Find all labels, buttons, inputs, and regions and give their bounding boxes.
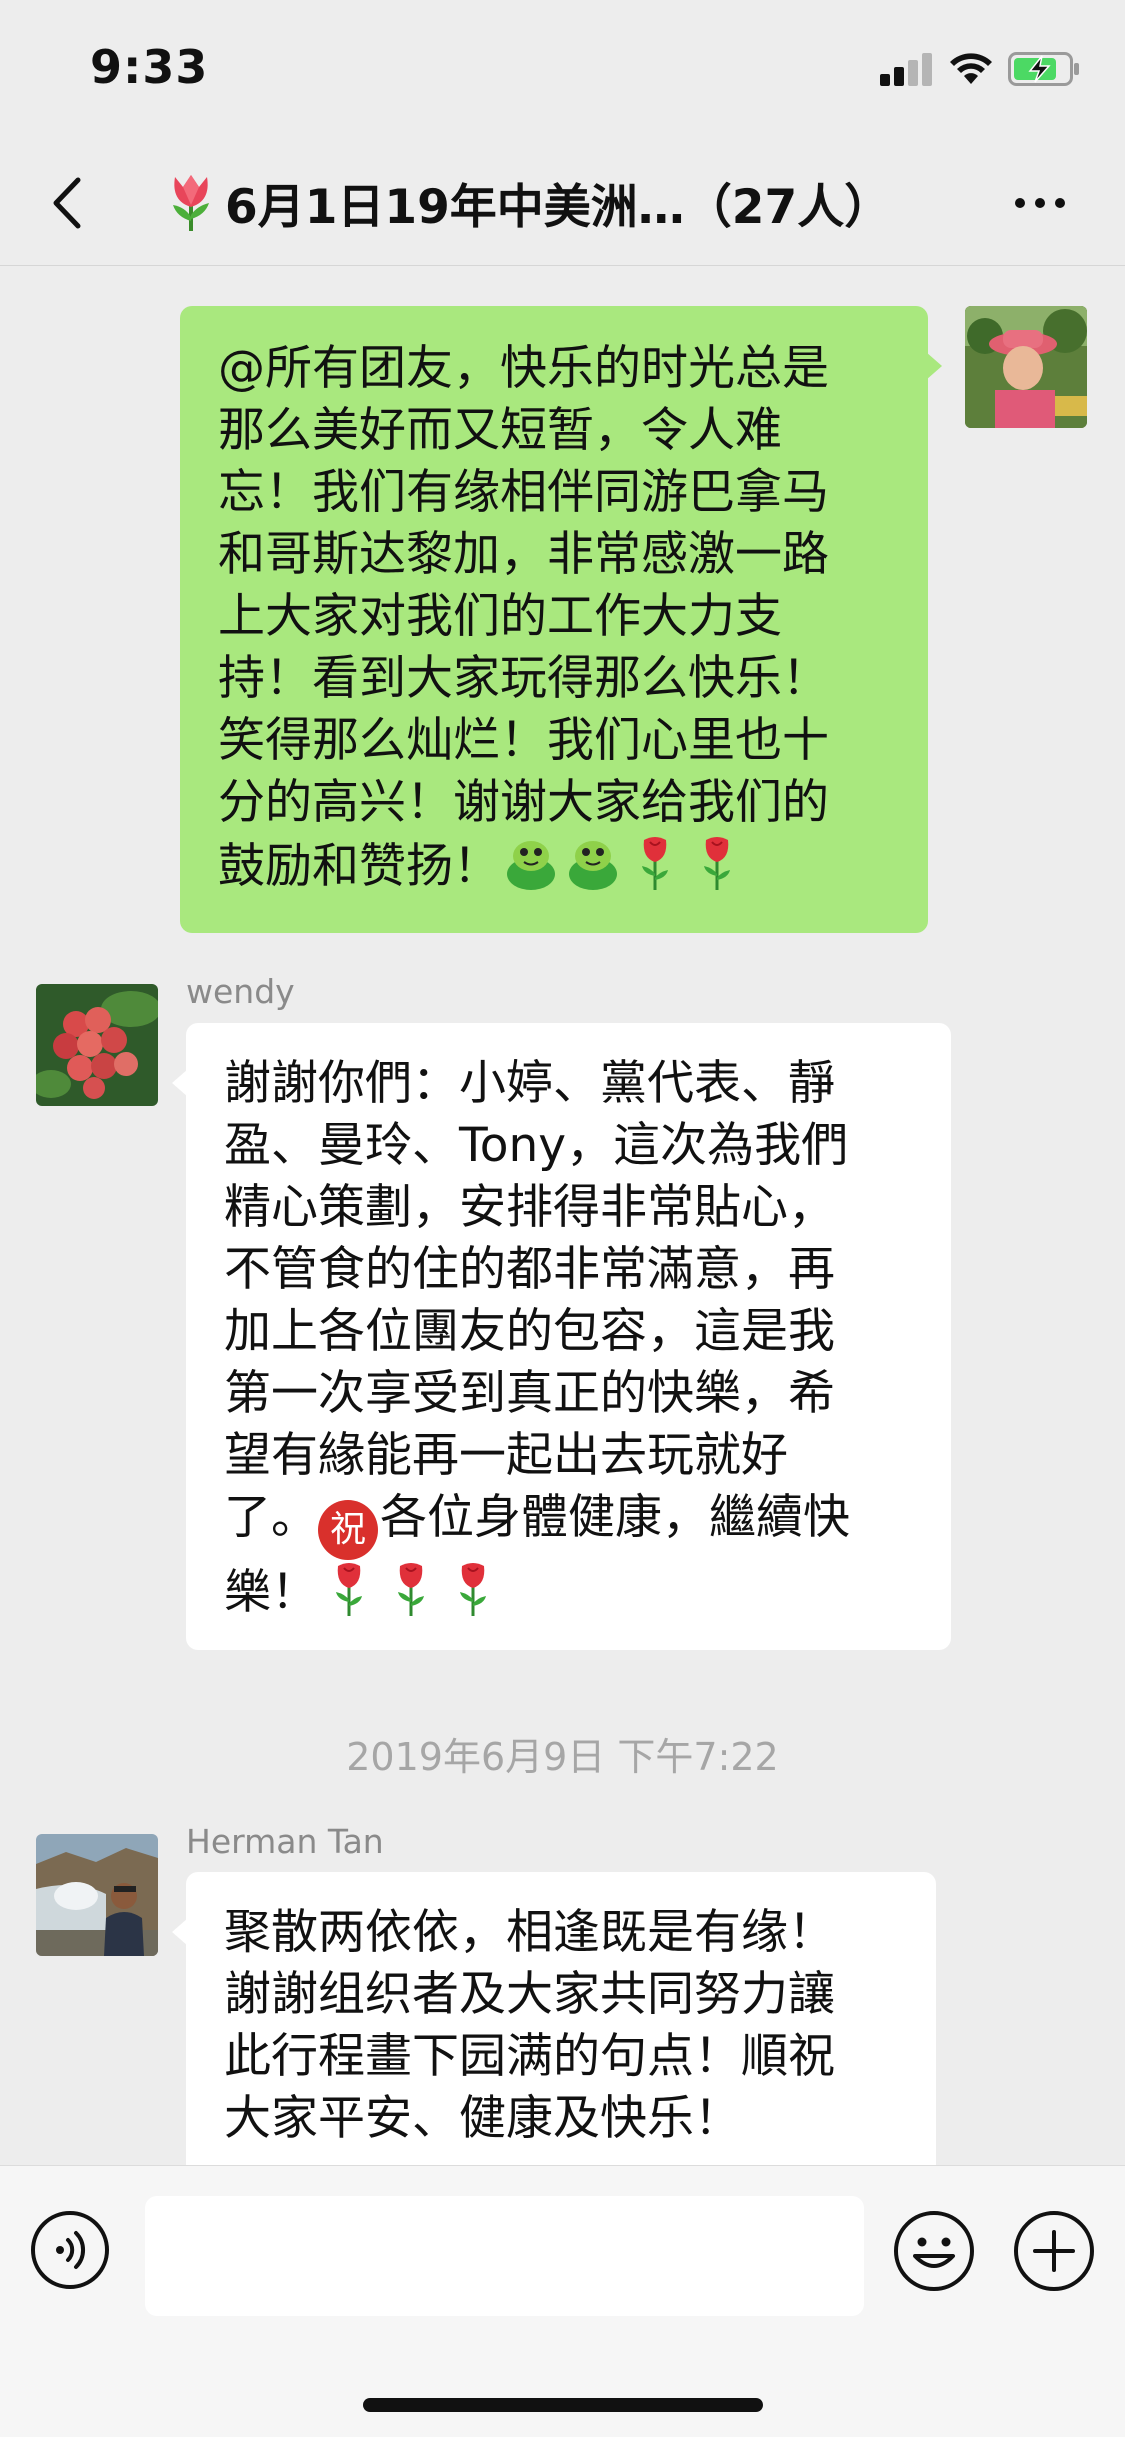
cellular-signal-icon (880, 52, 936, 86)
tulip-icon (173, 175, 209, 231)
frog-emoji-icon (569, 841, 617, 890)
wendy-avatar[interactable] (36, 984, 158, 1106)
message-line: 忘！我们有缘相伴同游巴拿马 (218, 465, 829, 520)
wifi-icon (950, 53, 992, 84)
rose-emoji-icon (704, 837, 730, 890)
message-line: 謝謝组织者及大家共同努力讓 (224, 1967, 835, 2022)
message-input-bar (0, 2165, 1125, 2437)
message-text-input[interactable] (145, 2196, 864, 2316)
message-line: @所有团友，快乐的时光总是 (218, 341, 829, 396)
message-bubble[interactable]: 謝謝你們：小婷、黨代表、靜 盈、曼玲、Tony，這次為我們 精心策劃，安排得非常… (172, 1023, 951, 1650)
message-line: 不管食的住的都非常滿意，再 (224, 1242, 835, 1297)
message-line: 望有緣能再一起出去玩就好 (224, 1428, 788, 1483)
message-line: 和哥斯达黎加，非常感激一路 (218, 527, 829, 582)
message-line: 精心策劃，安排得非常貼心， (224, 1180, 835, 1235)
battery-charging-icon (1008, 52, 1079, 86)
back-chevron-icon[interactable] (40, 170, 100, 236)
my-message-bubble[interactable]: @所有团友，快乐的时光总是 那么美好而又短暂，令人难 忘！我们有缘相伴同游巴拿马… (180, 306, 942, 933)
message-line: 大家平安、健康及快乐！ (224, 2091, 741, 2146)
message-line-last: 鼓励和赞扬！ (218, 834, 890, 898)
rose-emoji-icon (642, 837, 668, 890)
chat-timestamp: 2019年6月9日 下午7:22 (346, 1735, 779, 1779)
home-indicator[interactable] (363, 2398, 763, 2412)
message-line: 上大家对我们的工作大力支 (218, 589, 782, 644)
message-line: 謝謝你們：小婷、黨代表、靜 (224, 1056, 835, 1111)
message-text: 了。 (224, 1490, 318, 1545)
message-text: 樂！ (224, 1565, 318, 1620)
message-line: 此行程畫下园满的句点！順祝 (224, 2029, 835, 2084)
message-line: 第一次享受到真正的快樂，希 (224, 1366, 835, 1421)
rose-emoji-icon (460, 1563, 486, 1616)
message-line: 聚散两依依，相逢既是有缘！ (224, 1905, 835, 1960)
status-bar: 9:33 (0, 0, 1125, 140)
sender-name: wendy (186, 972, 295, 1011)
herman-tan-avatar[interactable] (36, 1834, 158, 1956)
sender-name: Herman Tan (186, 1822, 384, 1861)
message-line: 笑得那么灿烂！我们心里也十 (218, 713, 829, 768)
status-time: 9:33 (90, 40, 209, 94)
message-line: 加上各位團友的包容，這是我 (224, 1304, 835, 1359)
chat-header: 6月1日19年中美洲…（27人） (0, 140, 1125, 266)
bubble-tail (172, 1069, 188, 1097)
message-line-last: 樂！ (224, 1560, 913, 1624)
bubble-tail (172, 1918, 188, 1946)
voice-input-icon[interactable] (30, 2210, 110, 2290)
add-attachment-icon[interactable] (1013, 2210, 1095, 2292)
avatar-photo-icon (965, 306, 1087, 428)
avatar-photo-icon (36, 1834, 158, 1956)
message-bubble[interactable]: 聚散两依依，相逢既是有缘！ 謝謝组织者及大家共同努力讓 此行程畫下园满的句点！順… (172, 1872, 936, 2192)
emoji-picker-icon[interactable] (893, 2210, 975, 2292)
message-line: 分的高兴！谢谢大家给我们的 (218, 775, 829, 830)
more-options-icon[interactable] (1010, 188, 1070, 218)
avatar-photo-icon (36, 984, 158, 1106)
message-line: 了。祝各位身體健康，繼續快 (224, 1487, 913, 1560)
chat-title-area[interactable]: 6月1日19年中美洲…（27人） (165, 162, 891, 242)
message-text: 鼓励和赞扬！ (218, 839, 500, 894)
message-text: 各位身體健康，繼續快 (380, 1490, 850, 1545)
rose-emoji-icon (398, 1563, 424, 1616)
zhu-blessing-badge: 祝 (318, 1500, 378, 1560)
rose-emoji-icon (336, 1563, 362, 1616)
chat-title: 6月1日19年中美洲…（27人） (225, 179, 892, 235)
bubble-tail (926, 352, 942, 380)
message-line: 持！看到大家玩得那么快乐！ (218, 651, 829, 706)
message-line: 那么美好而又短暂，令人难 (218, 403, 782, 458)
my-avatar[interactable] (965, 306, 1087, 428)
frog-emoji-icon (507, 841, 555, 890)
message-line: 盈、曼玲、Tony，這次為我們 (224, 1118, 849, 1173)
